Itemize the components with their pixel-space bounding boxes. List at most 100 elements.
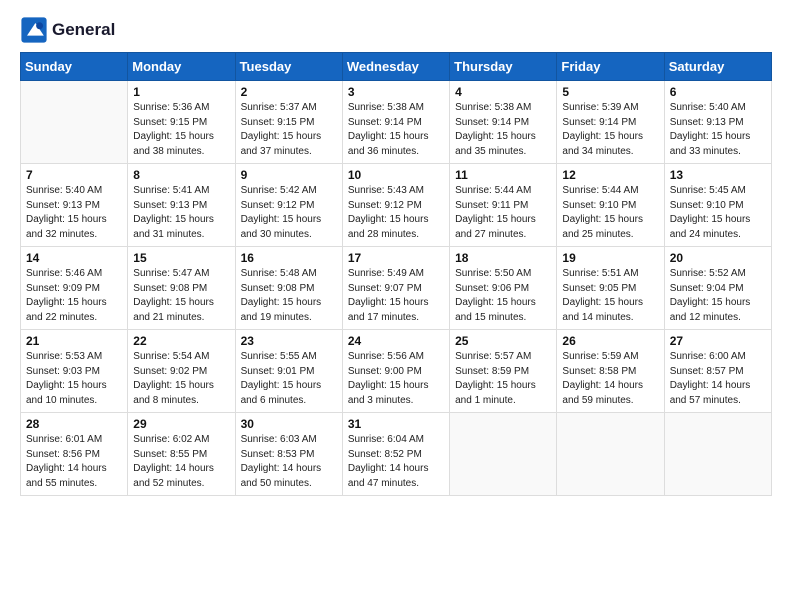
day-info: Sunrise: 5:59 AM Sunset: 8:58 PM Dayligh…	[562, 350, 658, 408]
day-info: Sunrise: 5:57 AM Sunset: 8:59 PM Dayligh…	[455, 350, 551, 408]
weekday-header-friday: Friday	[557, 53, 664, 81]
weekday-header-thursday: Thursday	[450, 53, 557, 81]
day-number: 3	[348, 85, 444, 99]
day-number: 6	[670, 85, 766, 99]
weekday-header-row: SundayMondayTuesdayWednesdayThursdayFrid…	[21, 53, 772, 81]
calendar-day-cell: 6 Sunrise: 5:40 AM Sunset: 9:13 PM Daylig…	[664, 81, 771, 164]
calendar-day-cell: 16 Sunrise: 5:48 AM Sunset: 9:08 PM Dayli…	[235, 247, 342, 330]
day-number: 8	[133, 168, 229, 182]
calendar-day-cell: 27 Sunrise: 6:00 AM Sunset: 8:57 PM Dayli…	[664, 330, 771, 413]
calendar-day-cell: 8Sunrise: 5:41 AM Sunset: 9:13 PM Daylig…	[128, 164, 235, 247]
day-number: 7	[26, 168, 122, 182]
day-info: Sunrise: 5:55 AM Sunset: 9:01 PM Dayligh…	[241, 350, 337, 408]
day-number: 11	[455, 168, 551, 182]
calendar-day-cell	[450, 413, 557, 496]
day-info: Sunrise: 5:46 AM Sunset: 9:09 PM Dayligh…	[26, 267, 122, 325]
calendar-week-2: 7 Sunrise: 5:40 AM Sunset: 9:13 PM Daylig…	[21, 164, 772, 247]
day-number: 21	[26, 334, 122, 348]
calendar-day-cell: 9 Sunrise: 5:42 AM Sunset: 9:12 PM Daylig…	[235, 164, 342, 247]
calendar-day-cell: 30 Sunrise: 6:03 AM Sunset: 8:53 PM Dayli…	[235, 413, 342, 496]
calendar-week-1: 1 Sunrise: 5:36 AM Sunset: 9:15 PM Daylig…	[21, 81, 772, 164]
day-info: Sunrise: 5:47 AM Sunset: 9:08 PM Dayligh…	[133, 267, 229, 325]
day-number: 9	[241, 168, 337, 182]
day-info: Sunrise: 5:52 AM Sunset: 9:04 PM Dayligh…	[670, 267, 766, 325]
calendar-day-cell: 17 Sunrise: 5:49 AM Sunset: 9:07 PM Dayli…	[342, 247, 449, 330]
calendar-day-cell: 25 Sunrise: 5:57 AM Sunset: 8:59 PM Dayli…	[450, 330, 557, 413]
day-info: Sunrise: 6:03 AM Sunset: 8:53 PM Dayligh…	[241, 433, 337, 491]
day-number: 29	[133, 417, 229, 431]
calendar-week-3: 14 Sunrise: 5:46 AM Sunset: 9:09 PM Dayli…	[21, 247, 772, 330]
day-info: Sunrise: 5:40 AM Sunset: 9:13 PM Dayligh…	[26, 184, 122, 242]
day-info: Sunrise: 5:49 AM Sunset: 9:07 PM Dayligh…	[348, 267, 444, 325]
day-info: Sunrise: 6:01 AM Sunset: 8:56 PM Dayligh…	[26, 433, 122, 491]
calendar-week-5: 28 Sunrise: 6:01 AM Sunset: 8:56 PM Dayli…	[21, 413, 772, 496]
weekday-header-monday: Monday	[128, 53, 235, 81]
day-number: 22	[133, 334, 229, 348]
calendar-day-cell: 29 Sunrise: 6:02 AM Sunset: 8:55 PM Dayli…	[128, 413, 235, 496]
day-number: 27	[670, 334, 766, 348]
day-info: Sunrise: 5:44 AM Sunset: 9:10 PM Dayligh…	[562, 184, 658, 242]
day-number: 19	[562, 251, 658, 265]
calendar-day-cell: 22 Sunrise: 5:54 AM Sunset: 9:02 PM Dayli…	[128, 330, 235, 413]
calendar-day-cell: 18 Sunrise: 5:50 AM Sunset: 9:06 PM Dayli…	[450, 247, 557, 330]
weekday-header-tuesday: Tuesday	[235, 53, 342, 81]
calendar-day-cell	[664, 413, 771, 496]
day-info: Sunrise: 5:45 AM Sunset: 9:10 PM Dayligh…	[670, 184, 766, 242]
calendar-day-cell: 23 Sunrise: 5:55 AM Sunset: 9:01 PM Dayli…	[235, 330, 342, 413]
day-info: Sunrise: 5:51 AM Sunset: 9:05 PM Dayligh…	[562, 267, 658, 325]
day-number: 10	[348, 168, 444, 182]
day-number: 2	[241, 85, 337, 99]
calendar-day-cell: 3 Sunrise: 5:38 AM Sunset: 9:14 PM Daylig…	[342, 81, 449, 164]
calendar-day-cell: 19 Sunrise: 5:51 AM Sunset: 9:05 PM Dayli…	[557, 247, 664, 330]
day-info: Sunrise: 5:40 AM Sunset: 9:13 PM Dayligh…	[670, 101, 766, 159]
day-info: Sunrise: 5:36 AM Sunset: 9:15 PM Dayligh…	[133, 101, 229, 159]
day-number: 30	[241, 417, 337, 431]
day-info: Sunrise: 5:38 AM Sunset: 9:14 PM Dayligh…	[455, 101, 551, 159]
calendar-day-cell: 31 Sunrise: 6:04 AM Sunset: 8:52 PM Dayli…	[342, 413, 449, 496]
day-info: Sunrise: 5:50 AM Sunset: 9:06 PM Dayligh…	[455, 267, 551, 325]
weekday-header-sunday: Sunday	[21, 53, 128, 81]
day-number: 20	[670, 251, 766, 265]
day-number: 1	[133, 85, 229, 99]
day-number: 4	[455, 85, 551, 99]
day-info: Sunrise: 5:54 AM Sunset: 9:02 PM Dayligh…	[133, 350, 229, 408]
calendar-day-cell: 2Sunrise: 5:37 AM Sunset: 9:15 PM Daylig…	[235, 81, 342, 164]
calendar-day-cell: 4 Sunrise: 5:38 AM Sunset: 9:14 PM Daylig…	[450, 81, 557, 164]
logo-text: General	[52, 20, 115, 40]
day-number: 16	[241, 251, 337, 265]
calendar-day-cell	[21, 81, 128, 164]
day-number: 28	[26, 417, 122, 431]
calendar-day-cell: 21 Sunrise: 5:53 AM Sunset: 9:03 PM Dayli…	[21, 330, 128, 413]
day-number: 24	[348, 334, 444, 348]
day-number: 23	[241, 334, 337, 348]
day-info: Sunrise: 5:48 AM Sunset: 9:08 PM Dayligh…	[241, 267, 337, 325]
day-number: 26	[562, 334, 658, 348]
day-number: 17	[348, 251, 444, 265]
day-info: Sunrise: 6:02 AM Sunset: 8:55 PM Dayligh…	[133, 433, 229, 491]
day-number: 15	[133, 251, 229, 265]
calendar-day-cell: 1 Sunrise: 5:36 AM Sunset: 9:15 PM Daylig…	[128, 81, 235, 164]
calendar-day-cell: 13Sunrise: 5:45 AM Sunset: 9:10 PM Dayli…	[664, 164, 771, 247]
day-info: Sunrise: 6:00 AM Sunset: 8:57 PM Dayligh…	[670, 350, 766, 408]
calendar-day-cell: 28 Sunrise: 6:01 AM Sunset: 8:56 PM Dayli…	[21, 413, 128, 496]
page-header: General	[20, 16, 772, 44]
day-info: Sunrise: 5:56 AM Sunset: 9:00 PM Dayligh…	[348, 350, 444, 408]
logo-icon	[20, 16, 48, 44]
day-number: 25	[455, 334, 551, 348]
day-info: Sunrise: 5:42 AM Sunset: 9:12 PM Dayligh…	[241, 184, 337, 242]
day-number: 18	[455, 251, 551, 265]
day-info: Sunrise: 6:04 AM Sunset: 8:52 PM Dayligh…	[348, 433, 444, 491]
day-info: Sunrise: 5:38 AM Sunset: 9:14 PM Dayligh…	[348, 101, 444, 159]
calendar-table: SundayMondayTuesdayWednesdayThursdayFrid…	[20, 52, 772, 496]
logo: General	[20, 16, 115, 44]
weekday-header-wednesday: Wednesday	[342, 53, 449, 81]
calendar-day-cell: 24 Sunrise: 5:56 AM Sunset: 9:00 PM Dayli…	[342, 330, 449, 413]
day-info: Sunrise: 5:53 AM Sunset: 9:03 PM Dayligh…	[26, 350, 122, 408]
day-info: Sunrise: 5:39 AM Sunset: 9:14 PM Dayligh…	[562, 101, 658, 159]
day-number: 12	[562, 168, 658, 182]
day-number: 14	[26, 251, 122, 265]
calendar-day-cell: 11Sunrise: 5:44 AM Sunset: 9:11 PM Dayli…	[450, 164, 557, 247]
calendar-day-cell: 26 Sunrise: 5:59 AM Sunset: 8:58 PM Dayli…	[557, 330, 664, 413]
day-number: 31	[348, 417, 444, 431]
calendar-day-cell: 12 Sunrise: 5:44 AM Sunset: 9:10 PM Dayli…	[557, 164, 664, 247]
